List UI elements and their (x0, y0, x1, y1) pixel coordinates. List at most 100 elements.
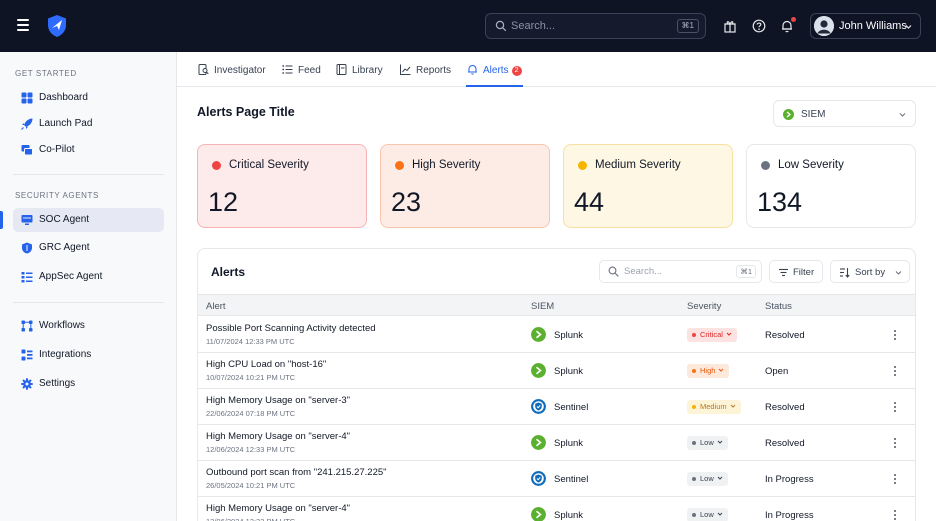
feed-icon (282, 65, 293, 74)
low-severity-card[interactable]: Low Severity 134 (746, 144, 916, 228)
table-header: Alert SIEM Severity Status (198, 294, 915, 316)
medium-severity-card[interactable]: Medium Severity 44 (563, 144, 733, 228)
severity-dropdown[interactable]: High (687, 364, 730, 378)
alert-name[interactable]: High CPU Load on "host-16" (206, 359, 326, 370)
severity-dropdown[interactable]: Critical (687, 328, 737, 342)
hamburger-menu-icon[interactable] (17, 19, 29, 31)
more-options-icon[interactable] (892, 328, 898, 342)
gift-icon[interactable] (723, 19, 737, 33)
tab-feed[interactable]: Feed (282, 64, 321, 87)
splunk-icon (783, 109, 794, 120)
severity-dot (212, 161, 221, 170)
more-options-icon[interactable] (892, 508, 898, 521)
page-title: Alerts Page Title (197, 105, 295, 119)
column-header-siem[interactable]: SIEM (531, 301, 554, 312)
chevron-down-icon (719, 368, 724, 372)
severity-dot (761, 161, 770, 170)
more-options-icon[interactable] (892, 472, 898, 486)
more-options-icon[interactable] (892, 364, 898, 378)
table-row[interactable]: Possible Port Scanning Activity detected… (198, 317, 915, 353)
logo-shield-icon[interactable] (46, 14, 68, 38)
severity-label: High (700, 366, 716, 375)
tab-library[interactable]: Library (336, 64, 383, 87)
monitor-icon (21, 215, 33, 225)
sidebar-item-label: Workflows (39, 320, 85, 331)
tab-investigator[interactable]: Investigator (198, 64, 266, 87)
alerts-search-input[interactable] (624, 264, 724, 279)
sidebar-item-dashboard[interactable]: Dashboard (13, 86, 164, 110)
alert-name[interactable]: Possible Port Scanning Activity detected (206, 323, 376, 334)
filter-button[interactable]: Filter (769, 260, 823, 283)
table-row[interactable]: Outbound port scan from "241.215.27.225"… (198, 461, 915, 497)
alert-name[interactable]: High Memory Usage on "server-3" (206, 395, 350, 406)
global-search[interactable]: ⌘1 (485, 13, 706, 39)
sidebar-item-label: Dashboard (39, 92, 88, 103)
severity-dot (692, 333, 696, 337)
alert-timestamp: 26/05/2024 10:21 PM UTC (206, 481, 296, 490)
reports-icon (400, 64, 411, 75)
sidebar-item-appsec-agent[interactable]: AppSec Agent (13, 265, 164, 289)
chevron-down-icon (730, 404, 736, 408)
column-header-alert[interactable]: Alert (206, 301, 226, 312)
table-row[interactable]: High CPU Load on "host-16" 10/07/2024 10:… (198, 353, 915, 389)
table-row[interactable]: High Memory Usage on "server-4" 12/06/202… (198, 425, 915, 461)
severity-dropdown[interactable]: Low (687, 508, 728, 521)
sidebar-divider (13, 302, 164, 303)
siem-name: Splunk (554, 510, 584, 521)
sidebar-item-workflows[interactable]: Workflows (13, 314, 164, 338)
tab-reports[interactable]: Reports (400, 64, 451, 87)
table-row[interactable]: High Memory Usage on "server-3" 22/06/202… (198, 389, 915, 425)
investigator-icon (198, 64, 209, 75)
severity-dropdown[interactable]: Low (687, 436, 728, 450)
card-count: 44 (574, 187, 605, 217)
sentinel-icon (531, 471, 546, 486)
more-options-icon[interactable] (892, 436, 898, 450)
critical-severity-card[interactable]: Critical Severity 12 (197, 144, 367, 228)
chevron-down-icon (717, 512, 723, 516)
chevron-down-icon (726, 332, 732, 336)
integrations-icon (21, 349, 33, 361)
card-count: 23 (391, 187, 422, 217)
alerts-count-badge: 2 (511, 66, 522, 76)
alert-name[interactable]: High Memory Usage on "server-4" (206, 503, 350, 514)
tab-alerts[interactable]: Alerts 2 (466, 64, 523, 87)
splunk-icon (531, 363, 546, 378)
sidebar-item-grc-agent[interactable]: GRC Agent (13, 236, 164, 260)
search-shortcut-hint: ⌘1 (736, 265, 756, 278)
sort-button[interactable]: Sort by (830, 260, 910, 283)
dashboard-icon (21, 92, 33, 104)
sort-icon (840, 268, 850, 278)
alert-timestamp: 10/07/2024 10:21 PM UTC (206, 373, 296, 382)
more-options-icon[interactable] (892, 400, 898, 414)
user-menu-button[interactable]: John Williams (810, 13, 921, 39)
severity-dot (692, 405, 696, 409)
sidebar-item-settings[interactable]: Settings (13, 372, 164, 396)
card-count: 12 (208, 187, 239, 217)
chevron-down-icon (905, 25, 912, 29)
sentinel-icon (531, 399, 546, 414)
help-icon[interactable] (752, 19, 766, 33)
sidebar-item-soc-agent[interactable]: SOC Agent (13, 208, 164, 232)
column-header-severity[interactable]: Severity (687, 301, 721, 312)
alerts-panel: Alerts ⌘1 Filter Sort by Alert SIEM Seve… (197, 248, 916, 521)
alerts-search[interactable]: ⌘1 (599, 260, 762, 283)
alert-name[interactable]: High Memory Usage on "server-4" (206, 431, 350, 442)
severity-dropdown[interactable]: Medium (687, 400, 741, 414)
global-search-input[interactable] (511, 18, 661, 34)
tab-label: Alerts (483, 65, 509, 76)
chevron-down-icon (717, 476, 723, 480)
sidebar-item-launch-pad[interactable]: Launch Pad (13, 112, 164, 136)
sidebar-item-co-pilot[interactable]: Co-Pilot (13, 138, 164, 162)
column-header-status[interactable]: Status (765, 301, 792, 312)
alert-name[interactable]: Outbound port scan from "241.215.27.225" (206, 467, 387, 478)
sidebar-item-integrations[interactable]: Integrations (13, 343, 164, 367)
severity-dropdown[interactable]: Low (687, 472, 728, 486)
siem-name: Splunk (554, 330, 584, 341)
high-severity-card[interactable]: High Severity 23 (380, 144, 550, 228)
sort-label: Sort by (855, 267, 886, 278)
alert-timestamp: 22/06/2024 07:18 PM UTC (206, 409, 296, 418)
siem-select[interactable]: SIEM (773, 100, 916, 127)
sidebar-item-label: Integrations (39, 349, 92, 360)
workflow-icon (21, 320, 33, 332)
table-row[interactable]: High Memory Usage on "server-4" 12/06/202… (198, 497, 915, 521)
